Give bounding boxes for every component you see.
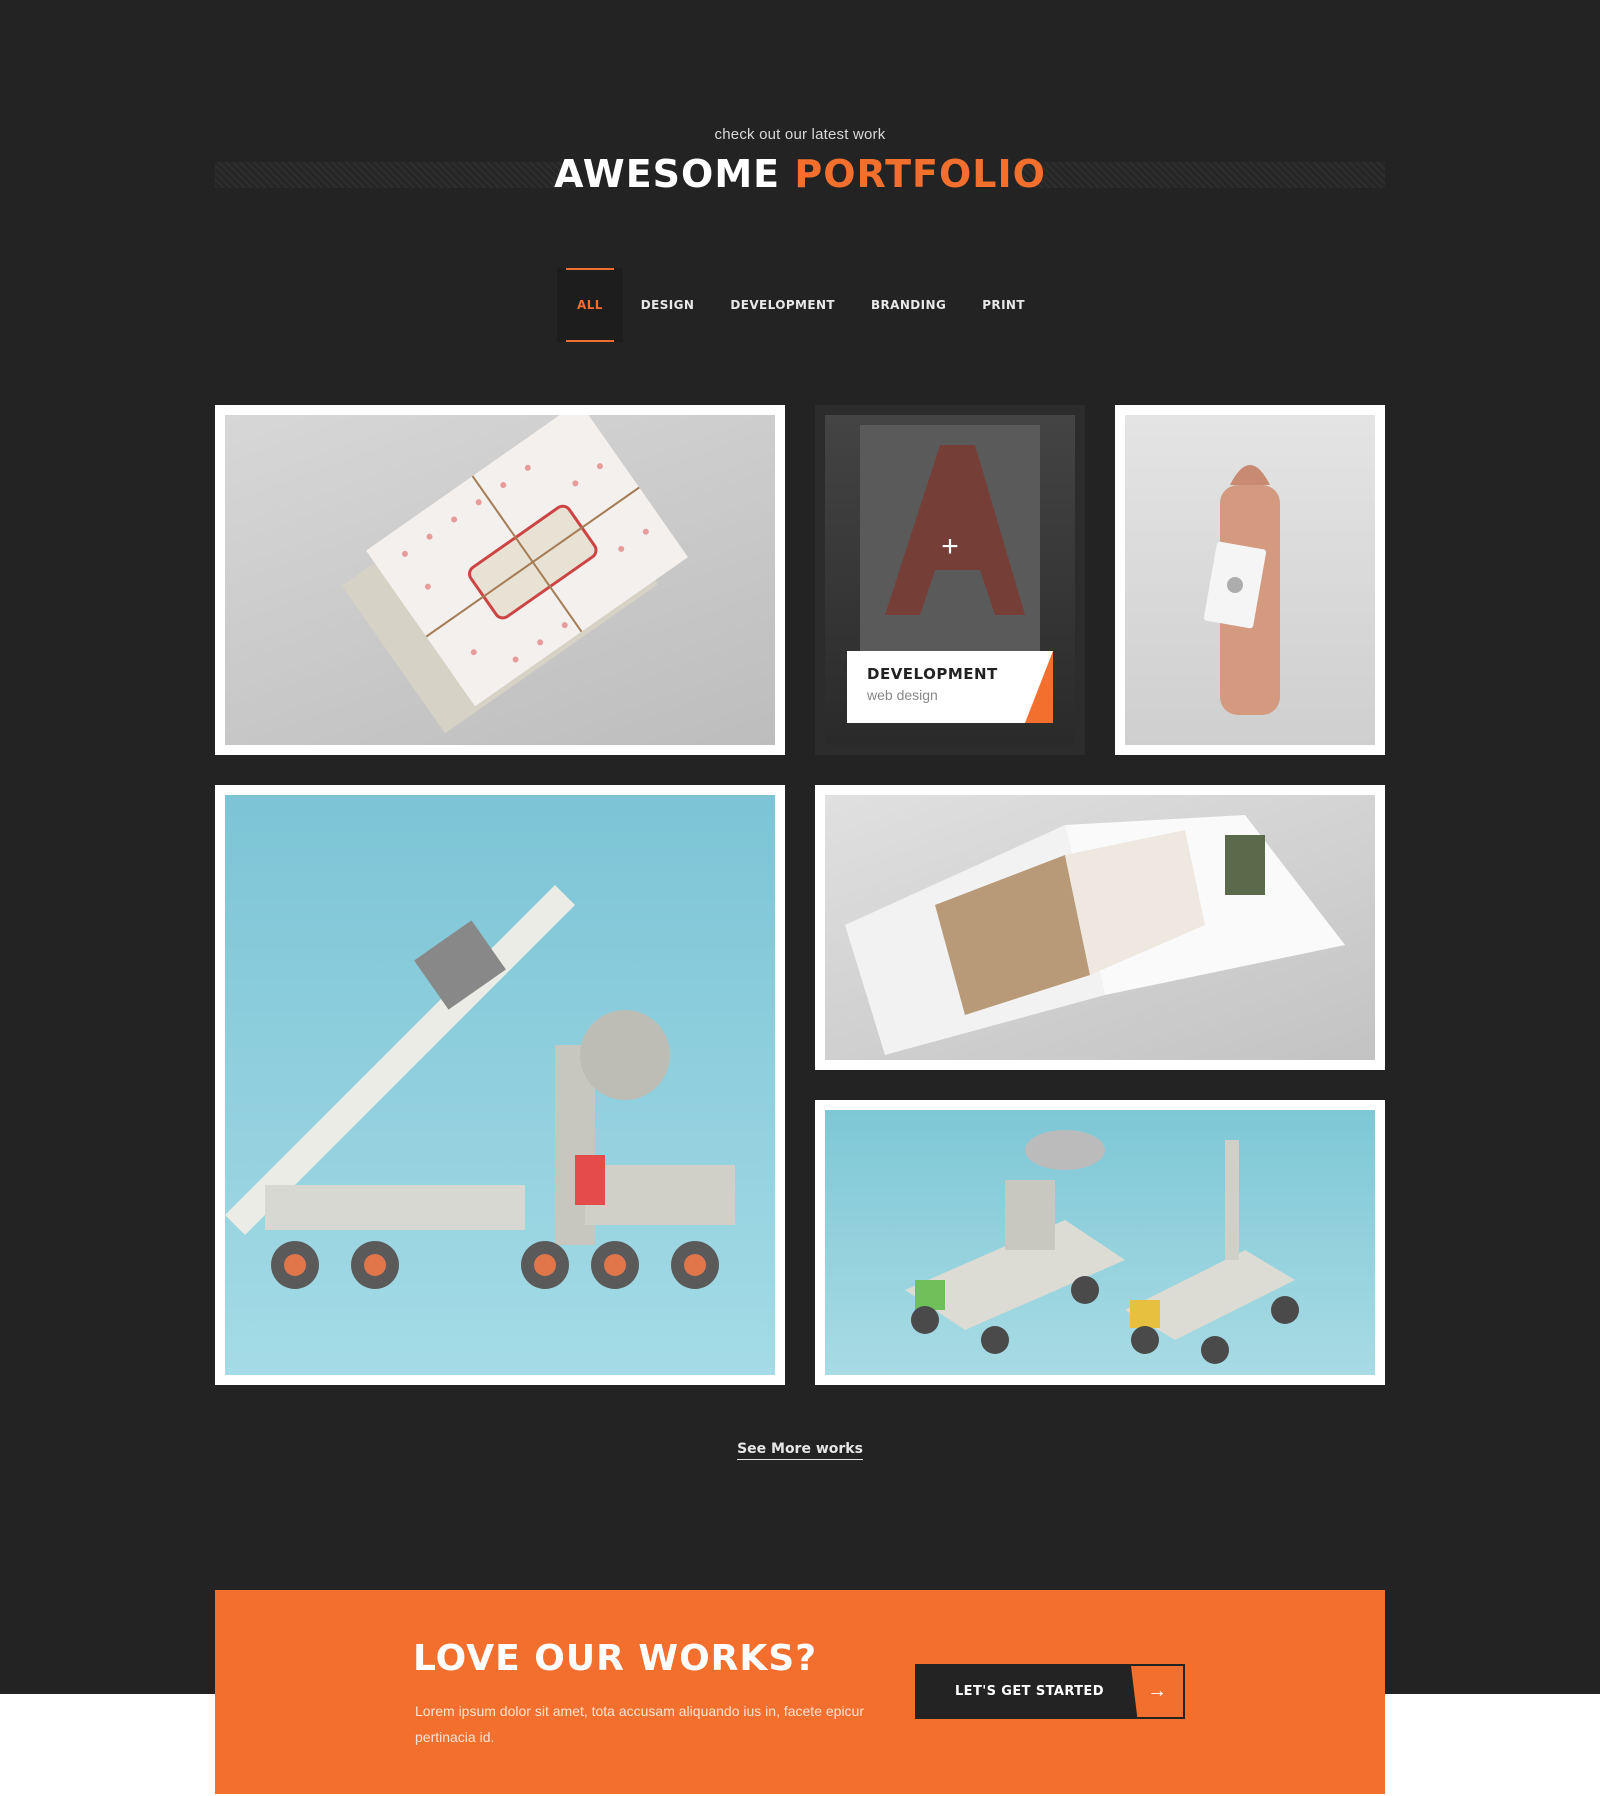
cta-title: LOVE OUR WORKS? [413, 1638, 818, 1679]
portfolio-image-toy-rover-vehicles [825, 1110, 1375, 1375]
section-eyebrow: check out our latest work [714, 126, 886, 143]
filter-tab-all[interactable]: ALL [557, 268, 623, 342]
get-started-button[interactable]: LET'S GET STARTED → [915, 1664, 1185, 1719]
portfolio-image-open-magazine [825, 795, 1375, 1060]
see-more-works-link[interactable]: See More works [737, 1441, 863, 1460]
cta-text: Lorem ipsum dolor sit amet, tota accusam… [415, 1703, 865, 1745]
section-title-row: AWESOME PORTFOLIO [215, 150, 1385, 198]
get-started-label: LET'S GET STARTED [955, 1684, 1104, 1699]
portfolio-hover-caption: DEVELOPMENT web design [847, 651, 1053, 723]
portfolio-item-rocket[interactable] [215, 785, 785, 1385]
portfolio-image-coffee-bag-tag [1125, 415, 1375, 745]
portfolio-item-magazine[interactable] [815, 785, 1385, 1070]
portfolio-image-invitation-mockup [225, 415, 775, 745]
portfolio-item-coffee-bag[interactable] [1115, 405, 1385, 755]
section-title: AWESOME PORTFOLIO [215, 150, 1385, 198]
portfolio-item-subtitle: web design [867, 687, 938, 703]
portfolio-item-invitation[interactable] [215, 405, 785, 755]
filter-tab-design[interactable]: DESIGN [623, 268, 713, 342]
section-title-main: AWESOME [554, 152, 781, 196]
cta-banner: LOVE OUR WORKS? Lorem ipsum dolor sit am… [215, 1590, 1385, 1794]
section-title-accent: PORTFOLIO [794, 152, 1046, 196]
expand-plus-icon[interactable]: + [941, 530, 959, 564]
filter-tab-branding[interactable]: BRANDING [853, 268, 964, 342]
filter-tab-print[interactable]: PRINT [964, 268, 1043, 342]
portfolio-item-category: DEVELOPMENT [867, 665, 998, 683]
portfolio-item-poster[interactable]: + DEVELOPMENT web design [815, 405, 1085, 755]
filter-tab-development[interactable]: DEVELOPMENT [712, 268, 853, 342]
arrow-right-icon: → [1131, 1666, 1183, 1717]
portfolio-filter-tabs: ALL DESIGN DEVELOPMENT BRANDING PRINT [0, 268, 1600, 342]
portfolio-image-toy-rocket-vehicles [225, 795, 775, 1375]
portfolio-item-rovers[interactable] [815, 1100, 1385, 1385]
see-more-container: See More works [0, 1440, 1600, 1460]
portfolio-image-a3-poster: + DEVELOPMENT web design [825, 415, 1075, 745]
